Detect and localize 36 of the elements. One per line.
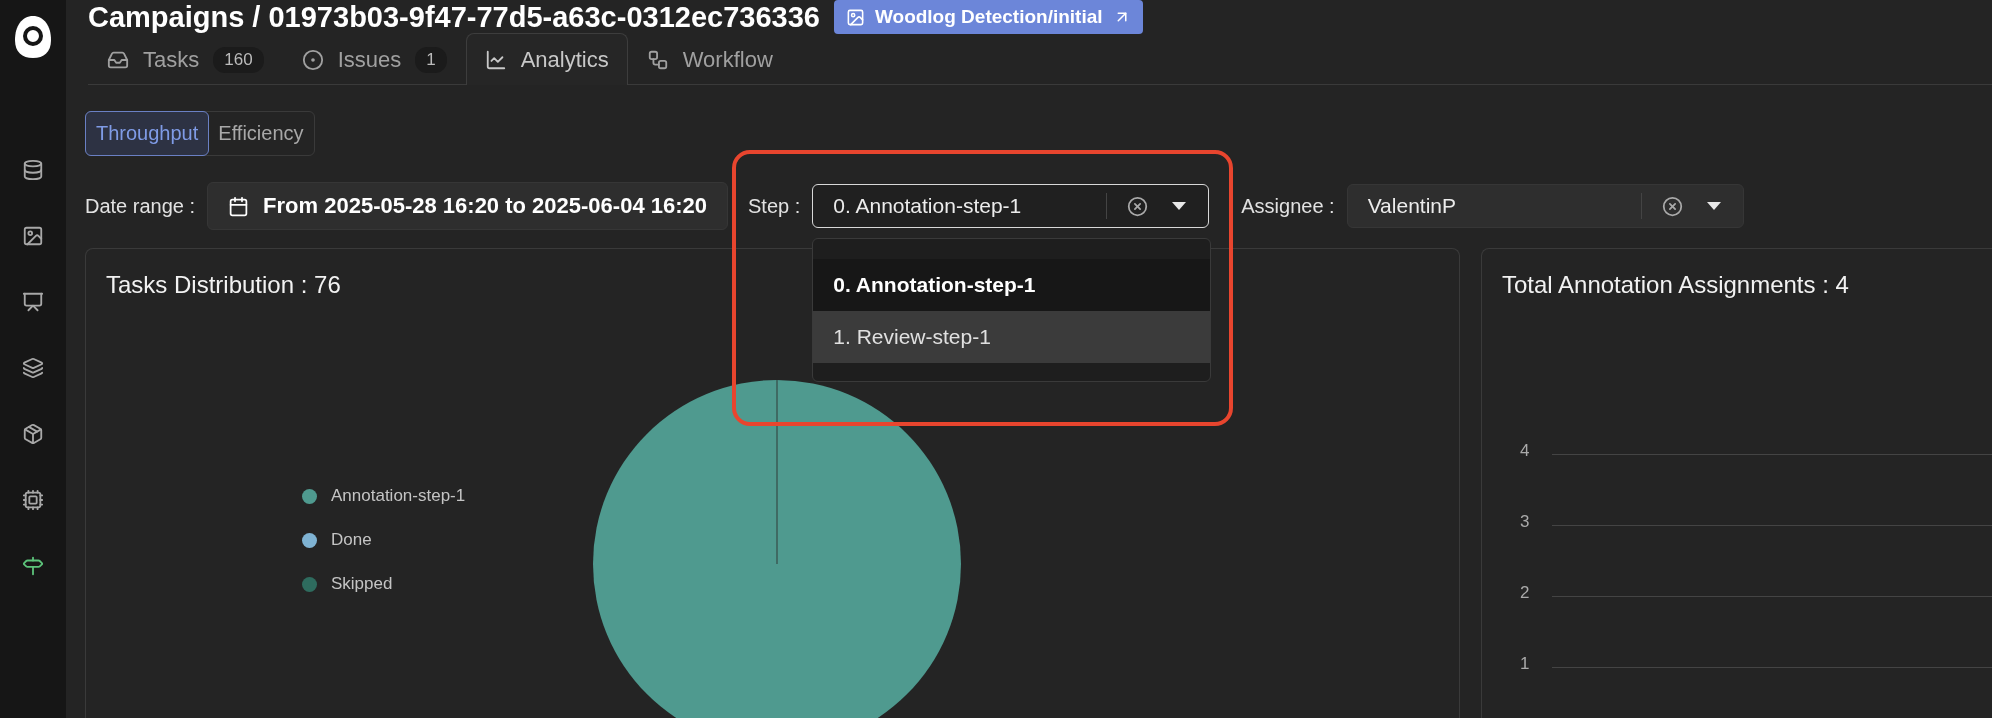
page-title: Campaigns / 01973b03-9f47-77d5-a63c-0312ec736336 <box>88 0 820 34</box>
logo-icon[interactable] <box>13 14 53 60</box>
circle-dot-icon <box>301 48 324 71</box>
legend-label: Done <box>331 530 372 550</box>
axis-label: 2 <box>1520 583 1531 603</box>
dropdown-option[interactable]: 0. Annotation-step-1 <box>813 259 1211 311</box>
date-range-picker[interactable]: From 2025-05-28 16:20 to 2025-06-04 16:20 <box>207 182 728 230</box>
tab[interactable]: Tasks 160 <box>88 33 283 85</box>
step-select[interactable]: 0. Annotation-step-1 <box>812 184 1210 228</box>
tab[interactable]: Issues 1 <box>282 33 466 85</box>
card-title: Total Annotation Assignments : 4 <box>1502 271 1849 299</box>
filter-label: Date range : <box>85 194 196 218</box>
axis-label: 4 <box>1520 441 1531 461</box>
calendar-icon <box>228 195 250 217</box>
axis-label: 3 <box>1520 512 1531 532</box>
caret-icon[interactable] <box>1706 202 1721 210</box>
legend-label: Annotation-step-1 <box>331 486 466 506</box>
filter-label: Assignee : <box>1241 194 1335 218</box>
assignee-select[interactable]: ValentinP <box>1346 184 1744 228</box>
view-toggle[interactable]: Efficiency <box>207 111 315 156</box>
workflow-icon <box>646 48 669 71</box>
tab[interactable]: Workflow <box>627 33 792 85</box>
count-badge: 1 <box>415 46 447 73</box>
dropdown-option[interactable]: 1. Review-step-1 <box>813 311 1211 363</box>
count-badge: 160 <box>213 46 264 73</box>
legend-label: Skipped <box>331 574 393 594</box>
card-title: Tasks Distribution : 76 <box>106 271 341 299</box>
selected-value: 0. Annotation-step-1 <box>832 194 1023 218</box>
image-icon <box>845 7 865 27</box>
selected-value: ValentinP <box>1366 194 1457 218</box>
view-toggle[interactable]: Throughput <box>85 111 210 156</box>
tab[interactable]: Analytics <box>465 33 628 85</box>
caret-icon[interactable] <box>1172 202 1187 210</box>
filter-label: Step : <box>748 194 801 218</box>
axis-label: 1 <box>1520 654 1531 674</box>
line-chart-icon <box>484 48 507 71</box>
